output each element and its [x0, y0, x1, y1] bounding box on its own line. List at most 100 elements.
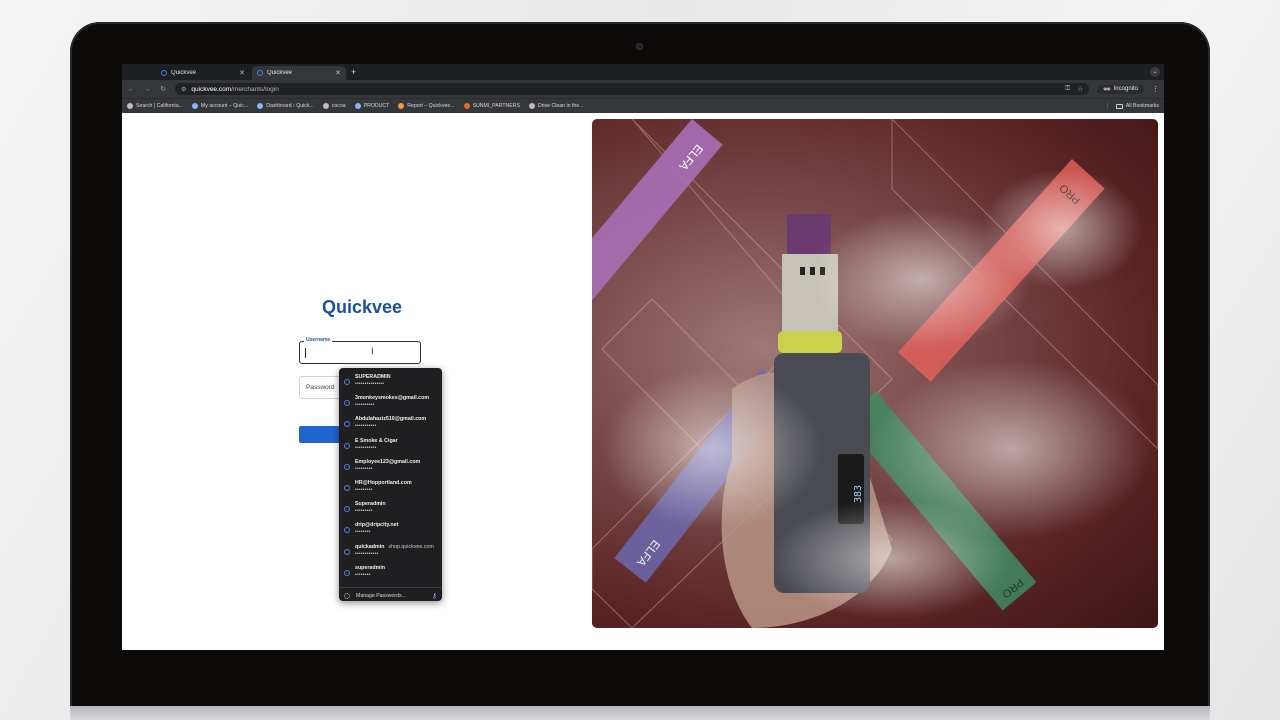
all-bookmarks-button[interactable]: All Bookmarks	[1106, 103, 1159, 109]
bookmark-item[interactable]: Dashboard ‹ Quick...	[257, 103, 314, 109]
bookmark-label: Search | California...	[136, 103, 183, 109]
incognito-icon: 🕶	[1103, 86, 1111, 93]
saved-username: Superadmin	[355, 501, 386, 508]
quickvee-icon	[257, 103, 264, 109]
close-tab-icon[interactable]: ✕	[239, 69, 245, 77]
saved-credential-item[interactable]: E Smoke & Cigar •••••••••••	[339, 435, 442, 456]
saved-username: E Smoke & Cigar	[355, 437, 398, 444]
address-bar[interactable]: ⚙ quickvee.com/merchants/login ⚿ ☆	[175, 83, 1090, 95]
manage-passwords-button[interactable]: Manage Passwords... ⚷	[339, 588, 442, 604]
key-icon	[344, 506, 350, 513]
manage-passwords-label: Manage Passwords...	[356, 592, 406, 599]
key-icon	[344, 421, 350, 428]
login-page: Quickvee Username I Password SUPERADMIN •…	[122, 113, 1164, 650]
bookmark-label: SUNMI_PARTNERS	[472, 103, 520, 109]
new-tab-button[interactable]: +	[351, 67, 356, 77]
tab-quickvee-1[interactable]: Quickvee ✕	[156, 66, 250, 80]
saved-username: Abdulahaziz510@gmail.com	[355, 416, 427, 423]
saved-credential-item[interactable]: Abdulahaziz510@gmail.com •••••••••••	[339, 413, 442, 434]
tank-ring	[778, 331, 842, 353]
bookmarks-bar: Search | California... My account – Quic…	[122, 98, 1164, 113]
tab-quickvee-2[interactable]: Quickvee ✕	[252, 66, 346, 80]
username-label: Username	[304, 337, 333, 343]
tab-title: Quickvee	[267, 70, 293, 76]
bookmark-item[interactable]: PRODUCT	[354, 103, 390, 109]
key-icon	[344, 442, 350, 449]
all-bookmarks-label: All Bookmarks	[1125, 103, 1159, 109]
tab-search-icon[interactable]: ⌄	[1150, 67, 1160, 77]
saved-credential-item[interactable]: Employee123@gmail.com •••••••••	[339, 456, 442, 477]
bookmark-star-icon[interactable]: ☆	[1077, 85, 1083, 93]
key-icon	[344, 379, 350, 385]
saved-credential-item[interactable]: HR@Hopportland.com •••••••••	[339, 477, 442, 498]
saved-credential-item[interactable]: superadmin ••••••••	[339, 562, 442, 583]
bookmark-label: Report – Quickvee...	[407, 103, 455, 109]
password-autofill-dropdown: SUPERADMIN ••••••••••••••• 3monkeysmokes@…	[339, 368, 442, 601]
url-text: quickvee.com/merchants/login	[191, 86, 278, 93]
quickvee-icon	[354, 103, 361, 109]
key-icon	[344, 400, 350, 407]
logo-text: Quickvee	[322, 297, 403, 317]
key-icon	[344, 548, 350, 555]
quickvee-favicon-icon	[257, 70, 263, 76]
folder-icon	[1115, 103, 1123, 109]
password-key-icon[interactable]: ⚿	[1065, 85, 1070, 93]
saved-credential-item[interactable]: Superadmin •••••••••	[339, 498, 442, 519]
browser-window: Quickvee ✕ Quickvee ✕ + ⌄ ← → ↻ ⚙ quickv…	[122, 64, 1164, 650]
laptop-base	[70, 706, 1210, 720]
saved-credential-item[interactable]: SUPERADMIN •••••••••••••••	[339, 371, 442, 392]
password-mask: •••••••••	[355, 486, 373, 493]
saved-credential-item[interactable]: 3monkeysmokes@gmail.com ••••••••••	[339, 392, 442, 413]
username-field[interactable]: Username I	[299, 337, 421, 364]
saved-credential-item[interactable]: quickadmin shop.quickvee.com ••••••••••••	[339, 541, 442, 562]
browser-menu-icon[interactable]: ⋮	[1152, 85, 1159, 93]
password-mask: ••••••••	[355, 529, 371, 536]
bookmark-label: Dashboard ‹ Quick...	[266, 103, 314, 109]
password-mask: •••••••••••	[355, 444, 377, 451]
password-mask: •••••••••••••••	[355, 381, 385, 387]
saved-username-text: quickadmin	[355, 543, 385, 550]
vape-photo-illustration: ELFA PRO PRO ELFA	[592, 119, 1158, 628]
key-icon	[344, 527, 350, 534]
saved-site: shop.quickvee.com	[388, 543, 434, 550]
back-arrow-icon[interactable]: ←	[127, 86, 135, 93]
bookmark-label: Drive Clean in the...	[537, 103, 584, 109]
password-mask: ••••••••••	[355, 402, 375, 409]
incognito-indicator[interactable]: 🕶 Incognito	[1097, 84, 1144, 94]
key-icon	[344, 463, 350, 470]
saved-credential-item[interactable]: drip@dripcity.net ••••••••	[339, 519, 442, 540]
password-placeholder: Password	[306, 384, 335, 391]
text-caret	[305, 348, 306, 358]
bookmark-item[interactable]: My account – Quic...	[191, 103, 249, 109]
globe-icon	[322, 103, 329, 109]
password-mask: ••••••••••••	[355, 550, 379, 557]
saved-username: drip@dripcity.net	[355, 522, 399, 529]
url-host: quickvee.com	[191, 85, 232, 93]
bookmark-label: cocoa	[331, 103, 346, 109]
site-info-icon[interactable]: ⚙	[181, 86, 186, 93]
bookmark-item[interactable]: SUNMI_PARTNERS	[463, 103, 520, 109]
forward-arrow-icon[interactable]: →	[143, 86, 151, 93]
globe-icon	[528, 103, 535, 109]
key-icon	[344, 484, 350, 491]
quickvee-icon	[191, 103, 198, 109]
key-icon: ⚷	[431, 592, 437, 600]
quickvee-favicon-icon	[161, 70, 167, 76]
password-mask: •••••••••••	[355, 423, 377, 430]
bookmark-item[interactable]: Drive Clean in the...	[528, 103, 584, 109]
bookmark-item[interactable]: Search | California...	[127, 103, 183, 109]
reload-icon[interactable]: ↻	[159, 85, 167, 93]
password-mask: ••••••••	[355, 571, 371, 578]
saved-username: 3monkeysmokes@gmail.com	[355, 395, 430, 402]
url-path: /merchants/login	[231, 85, 279, 93]
key-icon	[344, 569, 350, 576]
bookmark-item[interactable]: Report – Quickvee...	[398, 103, 455, 109]
close-tab-icon[interactable]: ✕	[335, 69, 341, 77]
browser-toolbar: ← → ↻ ⚙ quickvee.com/merchants/login ⚿ ☆…	[122, 80, 1164, 98]
bookmark-label: PRODUCT	[363, 103, 390, 109]
saved-username: Employee123@gmail.com	[355, 458, 421, 465]
bookmark-label: My account – Quic...	[200, 103, 249, 109]
password-mask: •••••••••	[355, 508, 373, 515]
bookmark-item[interactable]: cocoa	[322, 103, 346, 109]
saved-username: quickadmin shop.quickvee.com	[355, 544, 434, 550]
